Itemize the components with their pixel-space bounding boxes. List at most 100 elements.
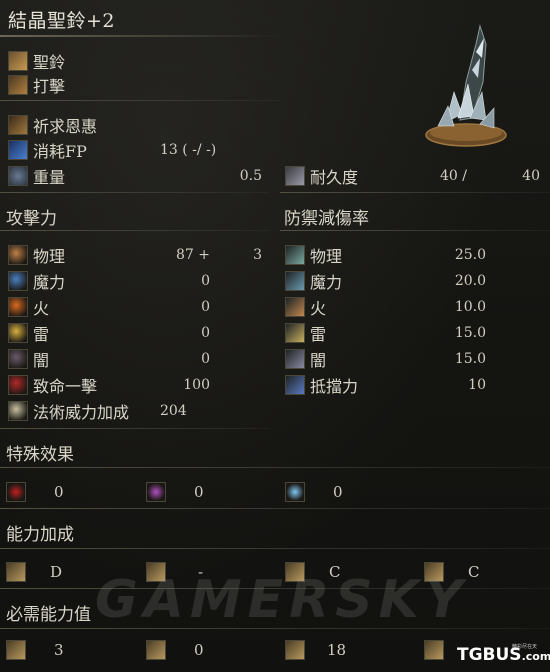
defense-value: 10	[468, 377, 486, 393]
defense-label: 魔力	[310, 273, 343, 292]
frost-icon	[285, 482, 305, 502]
stability-icon	[285, 375, 305, 395]
physical-defense-icon	[285, 245, 305, 265]
attack-value: 0	[201, 273, 210, 289]
requirements-section-title: 必需能力值	[6, 605, 91, 625]
defense-value: 15.0	[454, 351, 486, 367]
divider	[0, 467, 550, 468]
attack-value: 100	[183, 377, 210, 393]
defense-row: 火	[285, 296, 326, 318]
weight-value: 0.5	[239, 168, 262, 184]
attack-type-row: 打擊	[8, 74, 65, 96]
defense-section-title: 防禦減傷率	[284, 209, 369, 229]
attack-label: 物理	[33, 247, 66, 266]
lightning-defense-icon	[285, 323, 305, 343]
fire-defense-icon	[285, 297, 305, 317]
divider	[0, 428, 270, 429]
attack-row: 雷	[8, 322, 49, 344]
item-title: 結晶聖鈴+2	[8, 10, 116, 32]
gamersky-watermark: GAMERSKY	[95, 570, 469, 630]
attack-row: 火	[8, 296, 49, 318]
stat-value: 0	[54, 483, 64, 501]
attack-section-title: 攻擊力	[6, 209, 57, 229]
weapon-type-row: 聖鈴	[8, 50, 65, 72]
weight-label: 重量	[33, 168, 66, 187]
attack-value: 0	[201, 351, 210, 367]
critical-icon	[8, 375, 28, 395]
defense-value: 20.0	[454, 273, 486, 289]
scaling-section-title: 能力加成	[6, 525, 74, 545]
poison-icon	[146, 482, 166, 502]
attack-row: 致命一擊	[8, 374, 97, 396]
divider	[0, 548, 550, 549]
attack-row: 物理	[8, 244, 65, 266]
attack-label: 致命一擊	[33, 377, 98, 396]
special-effects-title: 特殊效果	[6, 445, 74, 465]
divider	[0, 100, 280, 101]
divider	[0, 508, 550, 509]
durability-label: 耐久度	[310, 168, 359, 187]
stat-value: 0	[194, 641, 204, 659]
defense-value: 25.0	[454, 247, 486, 263]
divider	[280, 230, 550, 231]
physical-attack-icon	[8, 245, 28, 265]
magic-defense-icon	[285, 271, 305, 291]
prayer-icon	[8, 115, 28, 135]
stat-value: D	[50, 563, 63, 581]
intelligence-req-icon	[285, 640, 305, 660]
attack-label: 闇	[33, 351, 50, 370]
bell-icon	[8, 51, 28, 71]
weight-icon	[8, 166, 28, 186]
attack-type-label: 打擊	[33, 77, 66, 96]
attack-row: 法術威力加成	[8, 400, 129, 422]
attack-value: 0	[201, 325, 210, 341]
defense-value: 10.0	[454, 299, 486, 315]
defense-row: 抵擋力	[285, 374, 358, 396]
defense-row: 魔力	[285, 270, 342, 292]
fp-cost-label: 消耗FP	[33, 142, 87, 161]
dexterity-req-icon	[146, 640, 166, 660]
defense-label: 闇	[310, 351, 327, 370]
divider	[0, 230, 270, 231]
stat-value: C	[468, 563, 480, 581]
magic-attack-icon	[8, 271, 28, 291]
defense-label: 抵擋力	[310, 377, 359, 396]
defense-row: 雷	[285, 322, 326, 344]
attack-label: 火	[33, 299, 50, 318]
durability-current: 40 /	[440, 168, 467, 184]
stat-value: 18	[327, 641, 347, 659]
defense-row: 闇	[285, 348, 326, 370]
durability-icon	[285, 166, 305, 186]
fp-cost-value: 13 ( -/ -)	[160, 142, 217, 158]
fp-cost-row: 消耗FP	[8, 139, 87, 161]
fire-attack-icon	[8, 297, 28, 317]
defense-label: 火	[310, 299, 327, 318]
strike-icon	[8, 75, 28, 95]
skill-row: 祈求恩惠	[8, 114, 97, 136]
attack-row: 闇	[8, 348, 49, 370]
weapon-type-label: 聖鈴	[33, 53, 66, 72]
tgbus-tagline: 精彩尽在天	[512, 644, 538, 650]
attack-value: 0	[201, 299, 210, 315]
attack-label: 魔力	[33, 273, 66, 292]
strength-req-icon	[6, 640, 26, 660]
fp-icon	[8, 140, 28, 160]
divider	[280, 192, 550, 193]
divider	[0, 192, 270, 193]
dark-attack-icon	[8, 349, 28, 369]
title-divider	[0, 35, 280, 37]
item-detail-panel: 結晶聖鈴+2 聖鈴 打擊 祈求恩惠 消耗FP 13 ( -/ -) 重量 0.5	[0, 0, 550, 672]
weight-row: 重量	[8, 165, 65, 187]
attack-label: 雷	[33, 325, 50, 344]
faith-req-icon	[424, 640, 444, 660]
item-image	[425, 24, 507, 147]
durability-max: 40	[522, 168, 540, 184]
tgbus-logo-domain: .com	[521, 650, 550, 663]
defense-label: 物理	[310, 247, 343, 266]
dark-defense-icon	[285, 349, 305, 369]
defense-label: 雷	[310, 325, 327, 344]
attack-value: 87 +	[176, 247, 210, 263]
attack-bonus: 3	[253, 247, 262, 263]
stat-value: 0	[333, 483, 343, 501]
defense-row: 物理	[285, 244, 342, 266]
